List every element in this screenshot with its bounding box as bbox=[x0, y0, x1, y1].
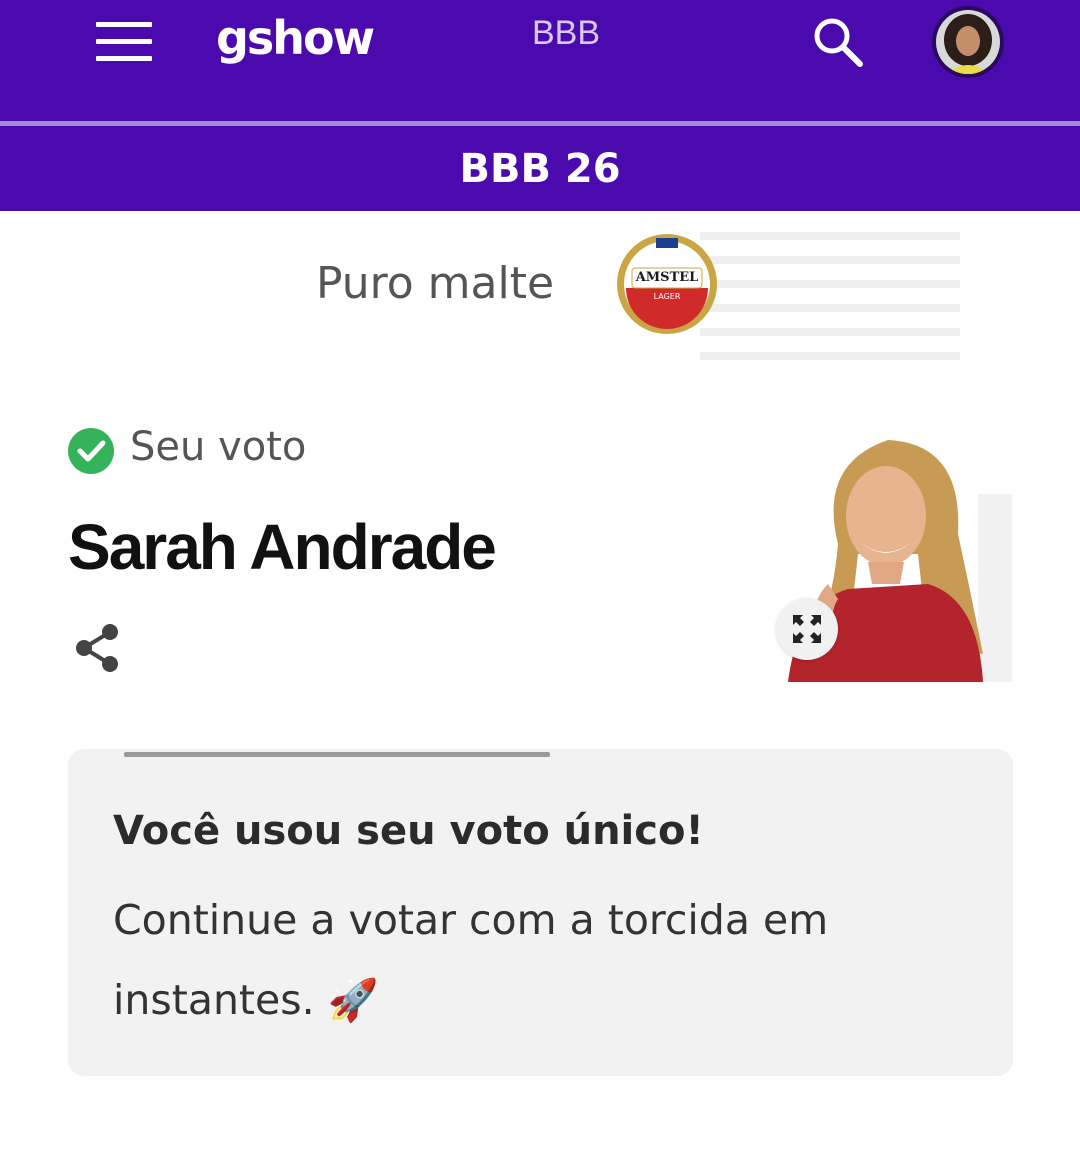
check-circle-icon bbox=[68, 428, 114, 474]
nav-link-bbb[interactable]: BBB bbox=[532, 14, 600, 53]
vote-status-label: Seu voto bbox=[130, 424, 307, 470]
sponsor-tagline: Puro malte bbox=[316, 258, 555, 309]
menu-icon[interactable] bbox=[96, 22, 152, 62]
amstel-logo-text: AMSTEL bbox=[635, 270, 699, 285]
rocket-emoji: 🚀 bbox=[327, 976, 379, 1024]
search-icon[interactable] bbox=[810, 14, 866, 70]
candidate-name: Sarah Andrade bbox=[68, 511, 497, 583]
section-bar: BBB 26 bbox=[0, 126, 1080, 211]
section-title: BBB 26 bbox=[459, 145, 621, 192]
share-icon[interactable] bbox=[72, 622, 122, 674]
expand-photo-icon[interactable] bbox=[776, 598, 838, 660]
amstel-logo[interactable]: AMSTEL LAGER bbox=[612, 232, 722, 336]
card-title: Você usou seu voto único! bbox=[113, 808, 704, 854]
amstel-logo-subtext: LAGER bbox=[653, 292, 681, 301]
sponsor-pattern bbox=[700, 232, 960, 360]
countdown-progress-bar bbox=[124, 752, 550, 757]
gshow-logo[interactable]: gshow bbox=[216, 8, 375, 68]
user-avatar[interactable] bbox=[932, 6, 1004, 78]
card-body: Continue a votar com a torcida em instan… bbox=[113, 880, 973, 1040]
top-bar: gshow BBB bbox=[0, 0, 1080, 121]
card-body-text: Continue a votar com a torcida em instan… bbox=[113, 896, 829, 1024]
